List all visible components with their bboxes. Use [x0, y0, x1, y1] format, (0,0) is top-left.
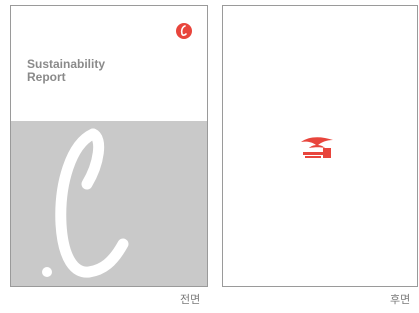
back-cover	[222, 5, 418, 287]
front-cover: Sustainability Report	[10, 5, 208, 287]
report-title-line2: Report	[27, 70, 66, 84]
front-cover-caption: 전면	[180, 294, 201, 306]
brand-l-logo-icon	[176, 23, 192, 39]
brand-ribbon-logo-icon	[301, 137, 333, 158]
script-l-graphic-icon	[42, 128, 129, 278]
back-cover-caption: 후면	[390, 294, 411, 306]
report-title: Sustainability Report	[27, 58, 105, 84]
